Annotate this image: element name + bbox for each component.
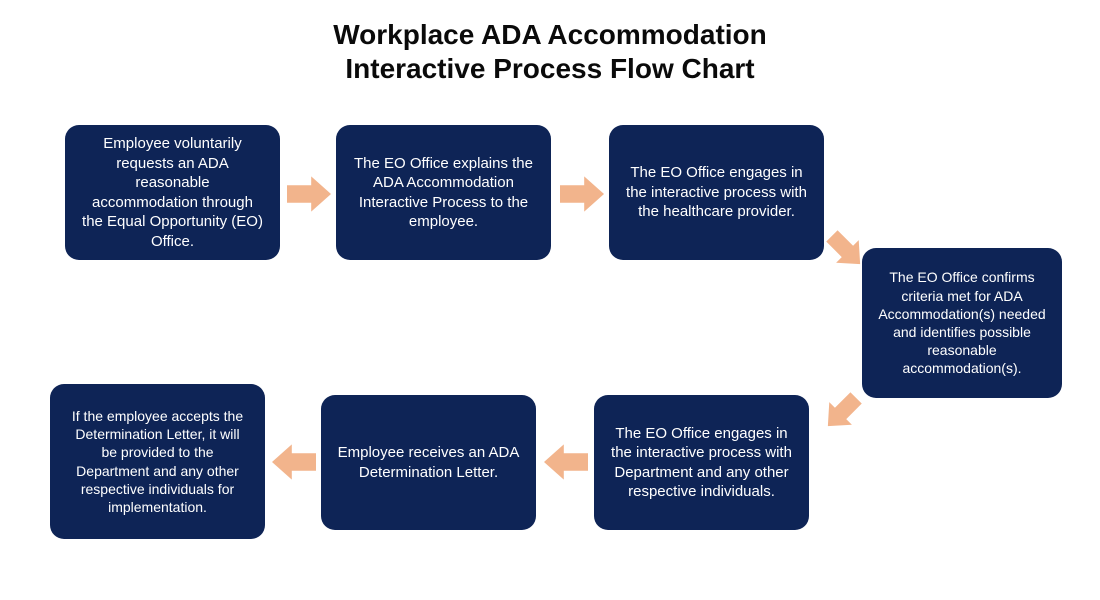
step-text-1: Employee voluntarily requests an ADA rea… xyxy=(81,134,264,251)
arrow-down-right-icon xyxy=(826,230,866,270)
step-box-2: The EO Office explains the ADA Accommoda… xyxy=(336,125,551,260)
step-text-7: If the employee accepts the Determinatio… xyxy=(66,407,249,516)
chart-title: Workplace ADA Accommodation Interactive … xyxy=(0,18,1100,85)
step-box-5: The EO Office engages in the interactive… xyxy=(594,395,809,530)
step-box-1: Employee voluntarily requests an ADA rea… xyxy=(65,125,280,260)
step-box-6: Employee receives an ADA Determination L… xyxy=(321,395,536,530)
title-line2: Interactive Process Flow Chart xyxy=(345,53,754,84)
step-text-3: The EO Office engages in the interactive… xyxy=(625,163,808,222)
arrow-left-icon xyxy=(272,440,316,484)
arrow-right-icon xyxy=(560,172,604,216)
arrow-right-icon xyxy=(287,172,331,216)
step-text-6: Employee receives an ADA Determination L… xyxy=(337,443,520,482)
title-line1: Workplace ADA Accommodation xyxy=(333,19,767,50)
step-text-4: The EO Office confirms criteria met for … xyxy=(878,268,1046,377)
arrow-down-left-icon xyxy=(822,392,862,432)
step-text-2: The EO Office explains the ADA Accommoda… xyxy=(352,154,535,232)
step-box-7: If the employee accepts the Determinatio… xyxy=(50,384,265,539)
step-box-3: The EO Office engages in the interactive… xyxy=(609,125,824,260)
step-box-4: The EO Office confirms criteria met for … xyxy=(862,248,1062,398)
step-text-5: The EO Office engages in the interactive… xyxy=(610,424,793,502)
arrow-left-icon xyxy=(544,440,588,484)
